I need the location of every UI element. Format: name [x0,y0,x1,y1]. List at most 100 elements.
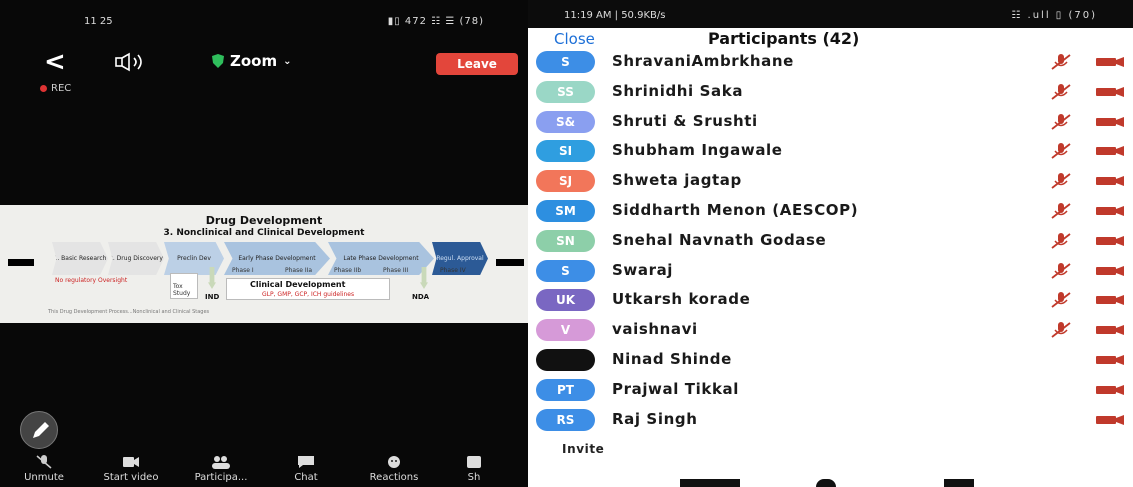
participant-name: Raj Singh [612,409,698,428]
avatar: S [536,259,595,282]
participant-name: ShravaniAmbrkhane [612,52,794,70]
slide-footer: This Drug Development Process...Nonclini… [48,309,210,315]
participant-row[interactable]: RS Raj Singh [528,406,1133,434]
share-edge [496,259,524,266]
participant-name: Snehal Navnath Godase [612,230,827,249]
annotate-button[interactable] [20,411,58,449]
mic-muted-icon [1051,292,1071,309]
pencil-icon [33,422,49,438]
participant-row[interactable]: S Swaraj [528,257,1133,285]
phase-label: Phase IIa [285,267,313,274]
meeting-toolbar: Unmute Start video Participa... Chat Rea… [0,449,528,487]
nav-back-icon[interactable] [680,479,740,487]
stage-arrow: 2. Drug Discovery [108,242,164,275]
video-off-icon [1096,384,1124,395]
meeting-title[interactable]: Zoom ⌄ [212,52,292,70]
slide-title: Drug Development [205,214,323,227]
leave-button[interactable]: Leave [436,53,518,75]
mic-muted-icon [1051,54,1071,70]
rec-label: REC [51,83,72,94]
close-button[interactable]: Close [554,30,595,48]
video-off-icon [123,457,139,467]
participant-name: Swaraj [612,260,674,279]
gcp-label: GLP, GMP, GCP, ICH guidelines [262,291,355,298]
avatar: SN [536,229,595,252]
share-edge [8,259,34,266]
recording-indicator: REC [40,83,71,94]
invite-button[interactable]: Invite [562,442,604,456]
video-off-icon [1096,235,1124,246]
panel-title: Participants (42) [708,29,860,48]
participant-row[interactable]: SI Shubham Ingawale [528,137,1133,165]
participant-row[interactable]: PT Prajwal Tikkal [528,376,1133,404]
status-icons: ☷ .ull ▯ (70) [1011,10,1097,21]
phase-label: Phase I [232,267,254,274]
meeting-screen: 11 25 ▮▯ 472 ☷ ☰ (78) < Zoom ⌄ Leave REC… [0,0,528,487]
participant-name: vaishnavi [612,320,698,339]
avatar: SI [536,140,595,163]
video-off-icon [1096,265,1124,276]
participant-row[interactable]: Vvaishnavi [528,316,1133,344]
mic-muted-icon [1051,143,1071,160]
ind-label: IND [205,293,220,301]
chat-button[interactable]: Chat [268,449,344,487]
participant-row[interactable]: SN Snehal Navnath Godase [528,227,1133,255]
participant-name: Shweta jagtap [612,171,742,190]
participant-row[interactable]: SJ Shweta jagtap [528,167,1133,195]
back-icon[interactable]: < [44,49,66,75]
avatar: RS [536,408,595,431]
start-video-button[interactable]: Start video [88,449,174,487]
participants-button[interactable]: Participa... [174,449,268,487]
mic-muted-icon [1051,232,1071,249]
video-off-icon [1096,206,1124,216]
participant-row[interactable]: S ShravaniAmbrkhane [528,48,1133,76]
chat-icon [298,456,314,468]
regulatory-note: No regulatory Oversight [55,277,128,284]
participant-name: Shruti & Srushti [612,111,758,130]
video-off-icon [1096,146,1124,157]
participant-name: Prajwal Tikkal [612,379,739,398]
reactions-button[interactable]: Reactions [344,449,444,487]
video-off-icon [1096,325,1124,336]
participant-row[interactable]: SM Siddharth Menon (AESCOP) [528,197,1133,225]
participant-row[interactable]: SS Shrinidhi Saka [528,78,1133,106]
participant-row[interactable]: UK Utkarsh korade [528,286,1133,314]
mic-muted-icon [1051,83,1071,100]
nav-home-icon[interactable] [816,479,836,487]
phase-label: Phase IV [440,267,466,274]
video-off-icon [1096,176,1124,187]
mic-muted-icon [1051,173,1071,189]
share-button[interactable]: Sh [444,449,504,487]
participant-name: Shrinidhi Saka [612,81,744,100]
nav-recent-icon[interactable] [944,479,974,487]
avatar: SJ [536,170,595,193]
mic-muted-icon [1051,262,1071,279]
participant-row[interactable]: S& Shruti & Srushti [528,108,1133,136]
status-icons: ▮▯ 472 ☷ ☰ (78) [387,16,484,27]
share-icon [467,456,481,468]
video-off-icon [1096,116,1124,127]
participant-name: Siddharth Menon (AESCOP) [612,201,859,219]
avatar: PT [536,378,595,401]
speaker-icon[interactable] [113,52,153,72]
avatar: S& [536,110,595,133]
status-time: 11 25 [84,16,113,27]
slide-subtitle: 3. Nonclinical and Clinical Development [163,228,365,238]
participant-row[interactable]: Ninad Shinde [528,346,1133,374]
avatar [536,349,595,371]
shield-icon [212,54,224,68]
mic-off-icon [36,455,52,469]
video-off-icon [1096,355,1124,365]
unmute-button[interactable]: Unmute [0,449,88,487]
chevron-down-icon: ⌄ [283,55,292,67]
mic-muted-icon [1051,113,1071,130]
avatar: SM [536,200,595,222]
video-off-icon [1096,414,1124,425]
record-dot-icon [40,85,47,92]
status-bar: 11 25 ▮▯ 472 ☷ ☰ (78) [0,0,528,36]
mic-muted-icon [1051,322,1071,338]
phase-label: Phase III [383,267,409,274]
participant-name: Utkarsh korade [612,290,751,309]
video-off-icon [1096,57,1124,67]
video-off-icon [1096,86,1124,97]
